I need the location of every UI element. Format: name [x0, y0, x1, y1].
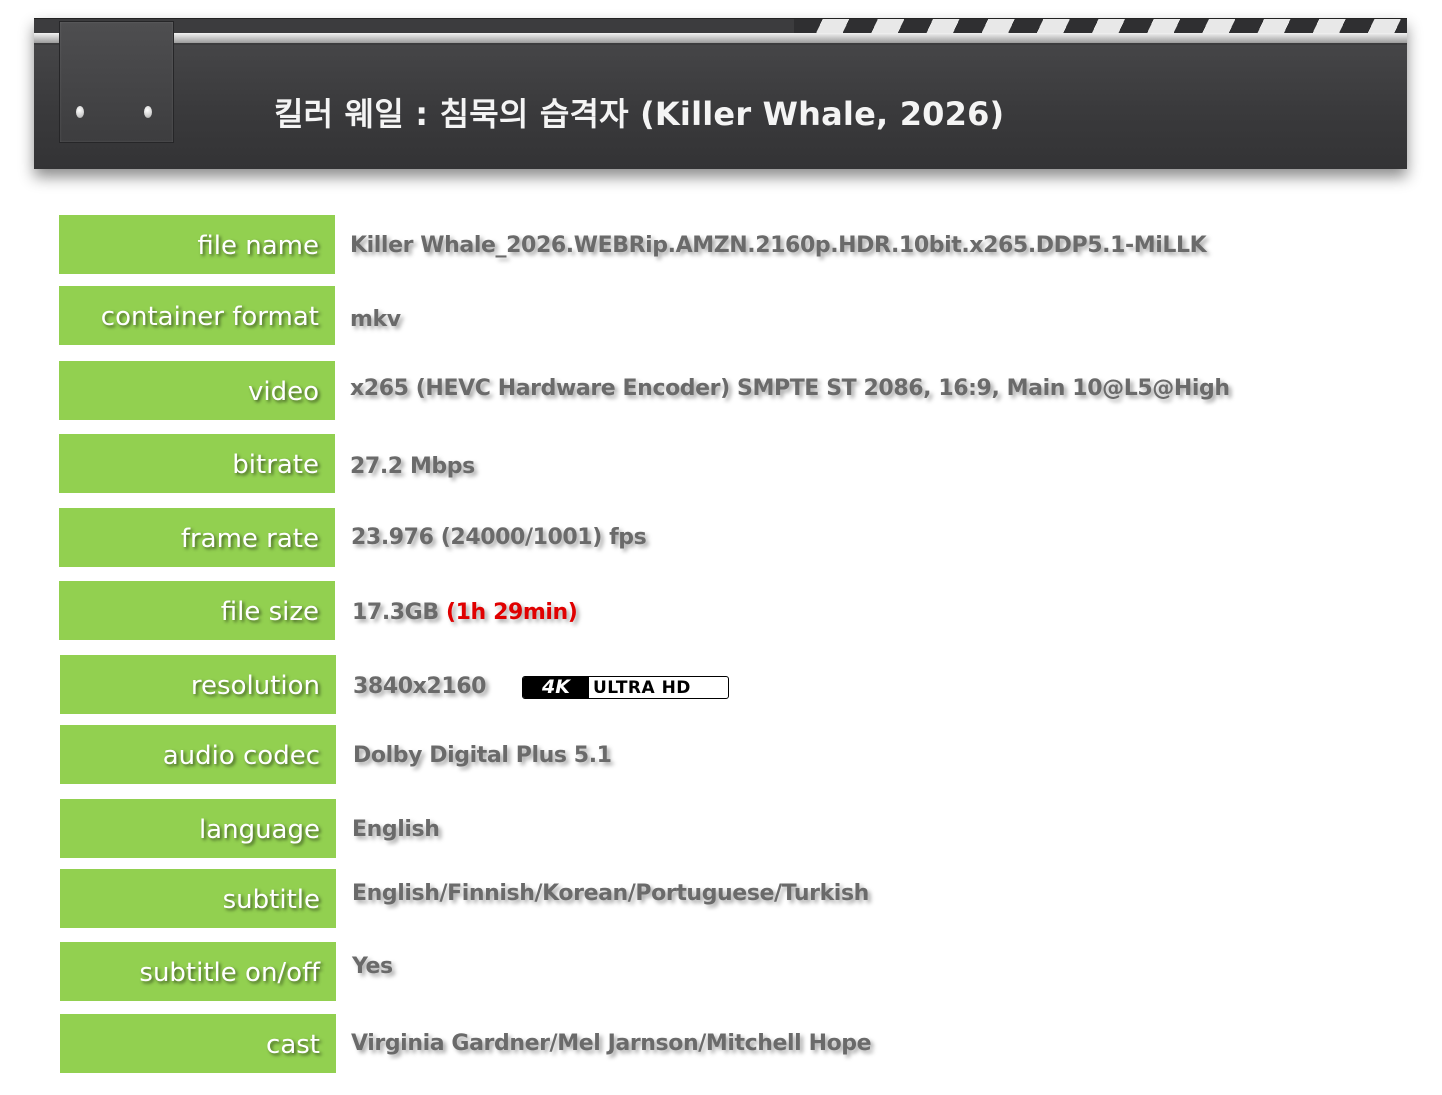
label-video: video: [59, 361, 335, 420]
4k-ultra-hd-badge: 4K ULTRA HD: [522, 676, 729, 699]
label-subtitle-on-off: subtitle on/off: [60, 942, 336, 1001]
label-language: language: [60, 799, 336, 858]
value-language: English: [352, 817, 440, 842]
value-video: x265 (HEVC Hardware Encoder) SMPTE ST 20…: [350, 376, 1230, 401]
value-resolution: 3840x2160: [353, 674, 487, 699]
rivet-icon: [144, 106, 152, 118]
value-frame-rate: 23.976 (24000/1001) fps: [351, 525, 647, 550]
label-subtitle: subtitle: [60, 869, 336, 928]
label-bitrate: bitrate: [59, 434, 335, 493]
value-cast: Virginia Gardner/Mel Jarnson/Mitchell Ho…: [351, 1031, 872, 1056]
label-frame-rate: frame rate: [59, 508, 335, 567]
value-bitrate: 27.2 Mbps: [350, 454, 475, 479]
badge-4k-text: 4K: [523, 677, 589, 698]
label-resolution: resolution: [60, 655, 336, 714]
label-container-format: container format: [59, 286, 335, 345]
label-file-name: file name: [59, 215, 335, 274]
rivet-icon: [76, 106, 84, 118]
label-cast: cast: [60, 1014, 336, 1073]
row-cast: cast Virginia Gardner/Mel Jarnson/Mitche…: [0, 0, 1442, 1073]
label-file-size: file size: [59, 581, 335, 640]
value-subtitle: English/Finnish/Korean/Portuguese/Turkis…: [352, 881, 869, 906]
value-container-format: mkv: [350, 307, 401, 332]
value-file-name: Killer Whale_2026.WEBRip.AMZN.2160p.HDR.…: [350, 233, 1207, 258]
value-subtitle-on-off: Yes: [352, 954, 393, 979]
label-audio-codec: audio codec: [60, 725, 336, 784]
value-audio-codec: Dolby Digital Plus 5.1: [353, 743, 612, 768]
movie-title: 킬러 웨일 : 침묵의 습격자 (Killer Whale, 2026): [274, 95, 1005, 133]
value-file-size: 17.3GB (1h 29min): [352, 600, 578, 625]
badge-ultra-hd-text: ULTRA HD: [593, 678, 691, 698]
runtime-text: (1h 29min): [445, 600, 578, 625]
file-size-text: 17.3GB: [352, 600, 439, 625]
